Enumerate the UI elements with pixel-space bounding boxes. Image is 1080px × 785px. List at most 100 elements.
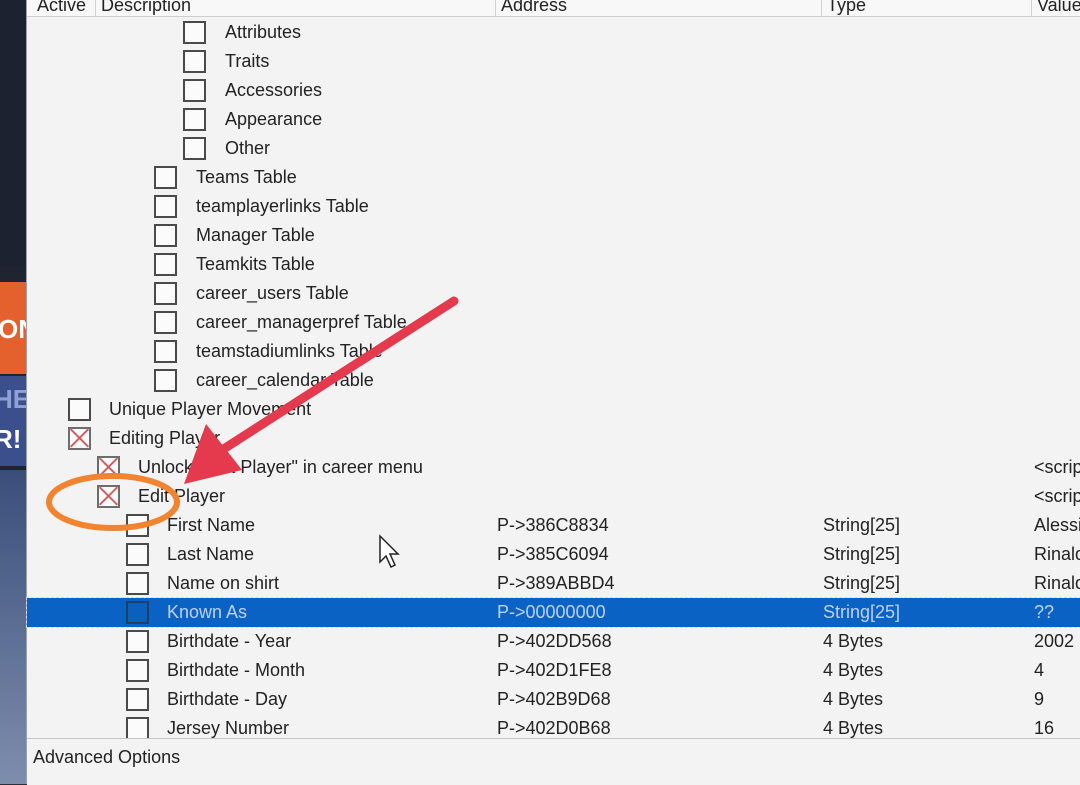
active-checkbox[interactable] xyxy=(154,224,177,247)
active-checkbox[interactable] xyxy=(68,398,91,421)
active-checkbox[interactable] xyxy=(183,50,206,73)
row-description: teamplayerlinks Table xyxy=(196,196,369,216)
row-address: P->402D0B68 xyxy=(497,718,611,738)
row-description: Unique Player Movement xyxy=(109,399,312,419)
table-row[interactable]: Teams Table xyxy=(27,163,1080,192)
active-checkbox[interactable] xyxy=(154,253,177,276)
row-description: Editing Player xyxy=(109,428,221,448)
active-checkbox[interactable] xyxy=(126,543,149,566)
background-panel-dark xyxy=(0,0,26,265)
row-value[interactable]: 9 xyxy=(1034,689,1044,710)
column-header-value[interactable]: Value xyxy=(1037,0,1080,16)
column-header-description[interactable]: Description xyxy=(101,0,191,16)
cheat-table-list[interactable]: Attributes Traits Accessories Appearance… xyxy=(26,0,1080,740)
active-checkbox-checked[interactable] xyxy=(68,427,91,450)
row-type: 4 Bytes xyxy=(823,660,884,680)
table-row[interactable]: teamplayerlinks Table xyxy=(27,192,1080,221)
cheat-table-window: Attributes Traits Accessories Appearance… xyxy=(26,0,1080,785)
active-checkbox[interactable] xyxy=(183,79,206,102)
row-type: String[25] xyxy=(823,573,901,593)
table-row[interactable]: Appearance xyxy=(27,105,1080,134)
active-checkbox[interactable] xyxy=(154,340,177,363)
background-gradient xyxy=(0,470,26,784)
table-row[interactable]: Attributes xyxy=(27,18,1080,47)
active-checkbox[interactable] xyxy=(154,369,177,392)
row-description: Teams Table xyxy=(196,167,297,187)
table-row[interactable]: Accessories xyxy=(27,76,1080,105)
active-checkbox[interactable] xyxy=(183,137,206,160)
row-value[interactable]: <script> xyxy=(1034,457,1080,478)
table-row[interactable]: Birthdate - Year P->402DD568 4 Bytes 2002 xyxy=(27,627,1080,656)
row-description: Birthdate - Year xyxy=(167,631,292,651)
table-row[interactable]: teamstadiumlinks Table xyxy=(27,337,1080,366)
active-checkbox[interactable] xyxy=(154,282,177,305)
active-checkbox[interactable] xyxy=(126,601,149,624)
table-row[interactable]: career_users Table xyxy=(27,279,1080,308)
table-row[interactable]: Name on shirt P->389ABBD4 String[25] Rinald… xyxy=(27,569,1080,598)
row-value[interactable]: 2002 xyxy=(1034,631,1074,652)
column-divider[interactable] xyxy=(1031,0,1032,16)
active-checkbox[interactable] xyxy=(126,572,149,595)
row-type: String[25] xyxy=(823,544,901,564)
active-checkbox[interactable] xyxy=(154,311,177,334)
active-checkbox[interactable] xyxy=(126,717,149,740)
table-row[interactable]: Traits xyxy=(27,47,1080,76)
row-value[interactable]: ?? xyxy=(1034,602,1054,623)
row-address: P->402B9D68 xyxy=(497,689,611,709)
active-checkbox[interactable] xyxy=(126,514,149,537)
active-checkbox[interactable] xyxy=(183,21,206,44)
table-row[interactable]: Unique Player Movement xyxy=(27,395,1080,424)
table-row[interactable]: Other xyxy=(27,134,1080,163)
row-value[interactable]: <script> xyxy=(1034,486,1080,507)
table-row[interactable]: Manager Table xyxy=(27,221,1080,250)
column-header-active[interactable]: Active xyxy=(37,0,86,16)
table-row[interactable]: Birthdate - Month P->402D1FE8 4 Bytes 4 xyxy=(27,656,1080,685)
row-description: Known As xyxy=(167,602,248,622)
row-description: Teamkits Table xyxy=(196,254,315,274)
row-value[interactable]: Alessio xyxy=(1034,515,1080,536)
active-checkbox[interactable] xyxy=(154,195,177,218)
row-address: P->402DD568 xyxy=(497,631,612,651)
row-description: Appearance xyxy=(225,109,323,129)
row-description: career_users Table xyxy=(196,283,349,303)
advanced-options-button[interactable]: Advanced Options xyxy=(33,747,180,768)
column-header-type[interactable]: Type xyxy=(827,0,866,16)
table-row-selected[interactable]: Known As P->00000000 String[25]?? xyxy=(26,597,1080,628)
active-checkbox[interactable] xyxy=(183,108,206,131)
column-divider[interactable] xyxy=(821,0,822,16)
table-row[interactable]: career_managerpref Table xyxy=(27,308,1080,337)
active-checkbox-checked[interactable] xyxy=(97,485,120,508)
row-description: teamstadiumlinks Table xyxy=(196,341,383,361)
column-divider[interactable] xyxy=(495,0,496,16)
row-value[interactable]: Rinaldi xyxy=(1034,573,1080,594)
row-description: Last Name xyxy=(167,544,255,564)
table-row[interactable]: Birthdate - Day P->402B9D68 4 Bytes 9 xyxy=(27,685,1080,714)
row-value[interactable]: Rinaldi xyxy=(1034,544,1080,565)
active-checkbox[interactable] xyxy=(154,166,177,189)
column-header-address[interactable]: Address xyxy=(501,0,567,16)
row-type: 4 Bytes xyxy=(823,718,884,738)
active-checkbox[interactable] xyxy=(126,659,149,682)
table-row[interactable]: career_calendar Table xyxy=(27,366,1080,395)
active-checkbox[interactable] xyxy=(126,630,149,653)
row-description: Name on shirt xyxy=(167,573,280,593)
row-type: 4 Bytes xyxy=(823,631,884,651)
column-divider[interactable] xyxy=(95,0,96,16)
table-row[interactable]: Unlock "Edit Player" in career menu <scri… xyxy=(27,453,1080,482)
table-row[interactable]: Editing Player xyxy=(27,424,1080,453)
table-row[interactable]: Edit Player <script> xyxy=(27,482,1080,511)
active-checkbox-checked[interactable] xyxy=(97,456,120,479)
table-row[interactable]: First Name P->386C8834 String[25] Alessio xyxy=(27,511,1080,540)
row-value[interactable]: 16 xyxy=(1034,718,1054,739)
row-description: Birthdate - Month xyxy=(167,660,306,680)
row-address: P->385C6094 xyxy=(497,544,609,564)
row-value[interactable]: 4 xyxy=(1034,660,1044,681)
table-row[interactable]: Last Name P->385C6094 String[25] Rinaldi xyxy=(27,540,1080,569)
background-text-3: R! xyxy=(0,424,22,454)
active-checkbox[interactable] xyxy=(126,688,149,711)
row-description: Unlock "Edit Player" in career menu xyxy=(138,457,423,477)
row-description: Accessories xyxy=(225,80,323,100)
background-text-2: HE xyxy=(0,384,26,414)
table-row[interactable]: Teamkits Table xyxy=(27,250,1080,279)
column-header: Active Description Address Type Value xyxy=(27,0,1080,17)
